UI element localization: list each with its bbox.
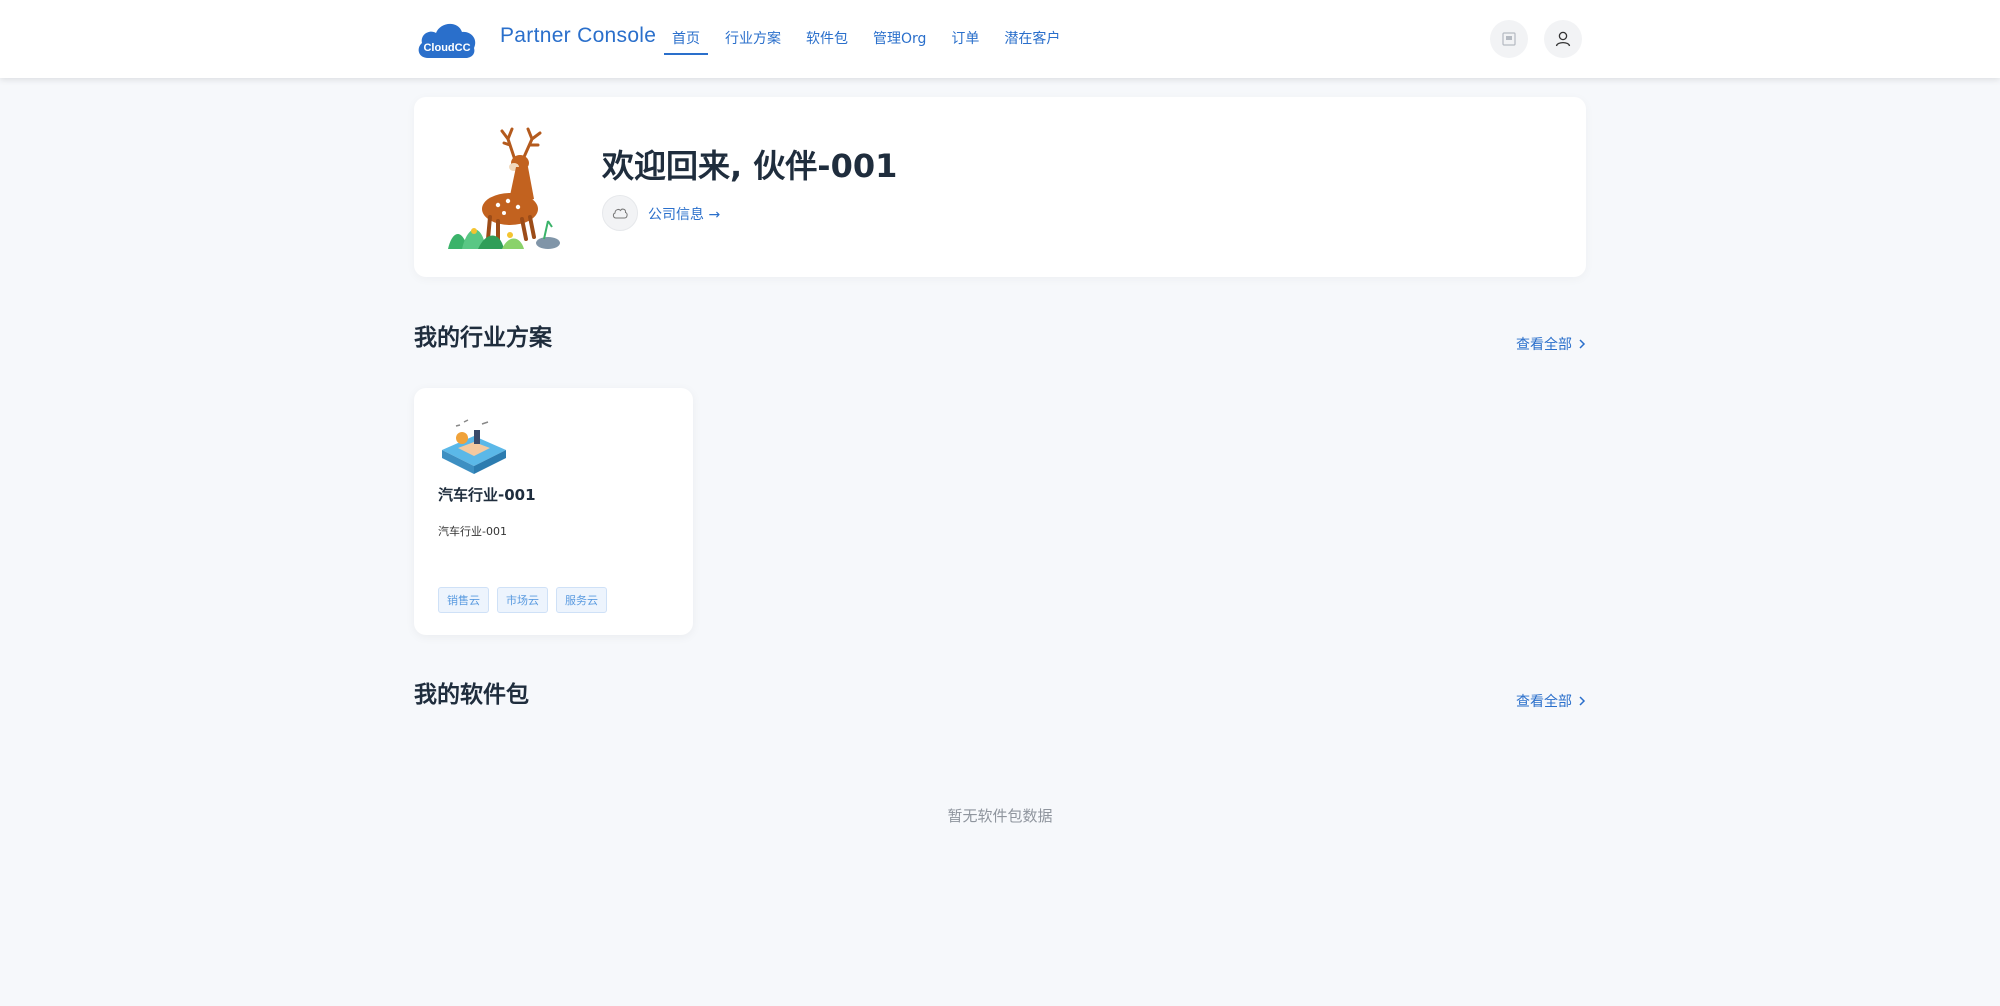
deer-illustration — [448, 127, 560, 249]
solution-tags: 销售云 市场云 服务云 — [438, 587, 607, 613]
welcome-card: 欢迎回来, 伙伴-001 公司信息 → — [414, 97, 1586, 277]
message-icon — [1502, 32, 1516, 46]
tag-marketing-cloud: 市场云 — [497, 587, 548, 613]
user-icon — [1555, 31, 1571, 47]
chevron-right-icon — [1579, 696, 1586, 706]
tag-sales-cloud: 销售云 — [438, 587, 489, 613]
packages-view-all-link[interactable]: 查看全部 — [1516, 691, 1586, 711]
user-menu-button[interactable] — [1544, 20, 1582, 58]
view-all-label: 查看全部 — [1516, 694, 1572, 710]
solutions-view-all-link[interactable]: 查看全部 — [1516, 334, 1586, 354]
packages-empty-state: 暂无软件包数据 — [947, 807, 1053, 825]
nav-manage-org[interactable]: 管理Org — [865, 0, 934, 78]
company-avatar — [602, 195, 638, 231]
nav-industry-solutions[interactable]: 行业方案 — [717, 0, 789, 78]
company-info-link[interactable]: 公司信息 → — [648, 204, 720, 224]
brand-title: Partner Console — [500, 24, 657, 47]
cloudcc-logo[interactable]: CloudCC — [416, 18, 478, 60]
solution-card[interactable]: 汽车行业-001 汽车行业-001 销售云 市场云 服务云 — [414, 388, 693, 635]
welcome-title: 欢迎回来, 伙伴-001 — [602, 147, 898, 185]
nav-home[interactable]: 首页 — [664, 0, 708, 78]
nav-software-packages[interactable]: 软件包 — [798, 0, 856, 78]
view-all-label: 查看全部 — [1516, 337, 1572, 353]
tag-service-cloud: 服务云 — [556, 587, 607, 613]
packages-section-title: 我的软件包 — [414, 682, 529, 708]
message-button[interactable] — [1490, 20, 1528, 58]
solutions-section-title: 我的行业方案 — [414, 325, 552, 351]
chevron-right-icon — [1579, 339, 1586, 349]
nav-leads[interactable]: 潜在客户 — [996, 0, 1068, 78]
main-nav: 首页 行业方案 软件包 管理Org 订单 潜在客户 — [664, 0, 1077, 78]
solution-description: 汽车行业-001 — [438, 525, 507, 538]
cloud-icon — [612, 208, 628, 219]
solution-name: 汽车行业-001 — [438, 486, 536, 504]
top-navigation-bar: CloudCC Partner Console 首页 行业方案 软件包 管理Or… — [0, 0, 2000, 78]
nav-orders[interactable]: 订单 — [943, 0, 987, 78]
solution-thumbnail — [442, 419, 506, 474]
logo-text: CloudCC — [423, 42, 470, 54]
